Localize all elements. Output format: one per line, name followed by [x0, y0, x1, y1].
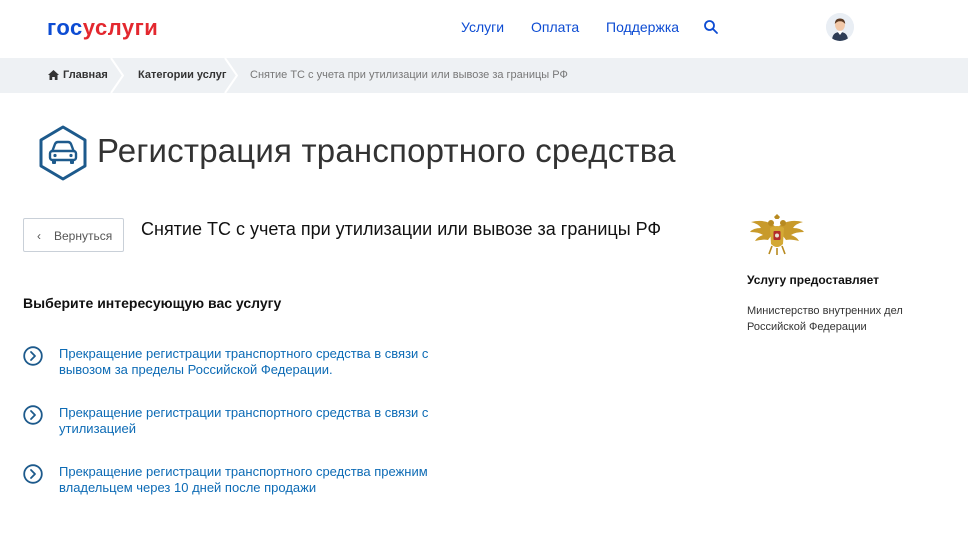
service-option-label[interactable]: Прекращение регистрации транспортного ср…: [59, 405, 479, 437]
top-header: госуслуги Услуги Оплата Поддержка: [0, 0, 968, 58]
service-option-label[interactable]: Прекращение регистрации транспортного ср…: [59, 346, 479, 378]
logo-part-uslugi: услуги: [82, 15, 159, 40]
nav-services[interactable]: Услуги: [461, 19, 504, 35]
breadcrumb-separator: [110, 58, 124, 93]
page-title: Регистрация транспортного средства: [97, 132, 676, 169]
provider-name: Министерство внутренних дел Российской Ф…: [747, 305, 903, 333]
breadcrumb-categories[interactable]: Категории услуг: [138, 58, 226, 93]
breadcrumb: Главная Категории услуг Снятие ТС с учет…: [0, 58, 968, 93]
search-icon[interactable]: [703, 19, 719, 35]
user-icon: [826, 13, 854, 41]
arrow-right-circle-icon: [23, 346, 43, 366]
service-title: Снятие ТС с учета при утилизации или выв…: [141, 219, 662, 239]
user-avatar[interactable]: [826, 13, 854, 41]
logo-part-gos: гос: [47, 15, 83, 40]
back-button[interactable]: ‹ Вернуться: [23, 218, 124, 252]
home-icon[interactable]: [48, 70, 59, 80]
provider-label: Услугу предоставляет: [747, 273, 880, 287]
nav-payment[interactable]: Оплата: [531, 19, 579, 35]
arrow-right-circle-icon: [23, 405, 43, 425]
car-icon: [39, 125, 87, 181]
chevron-left-icon: ‹: [37, 229, 41, 243]
breadcrumb-current: Снятие ТС с учета при утилизации или выв…: [250, 69, 568, 81]
nav-support[interactable]: Поддержка: [606, 19, 679, 35]
double-headed-eagle-emblem: [750, 214, 804, 255]
breadcrumb-home[interactable]: Главная: [63, 58, 108, 93]
service-option-label[interactable]: Прекращение регистрации транспортного ср…: [59, 464, 479, 496]
arrow-right-circle-icon: [23, 464, 43, 484]
section-title: Выберите интересующую вас услугу: [23, 295, 282, 311]
back-button-label: Вернуться: [54, 229, 113, 243]
gosuslugi-logo[interactable]: госуслуги: [47, 15, 158, 41]
